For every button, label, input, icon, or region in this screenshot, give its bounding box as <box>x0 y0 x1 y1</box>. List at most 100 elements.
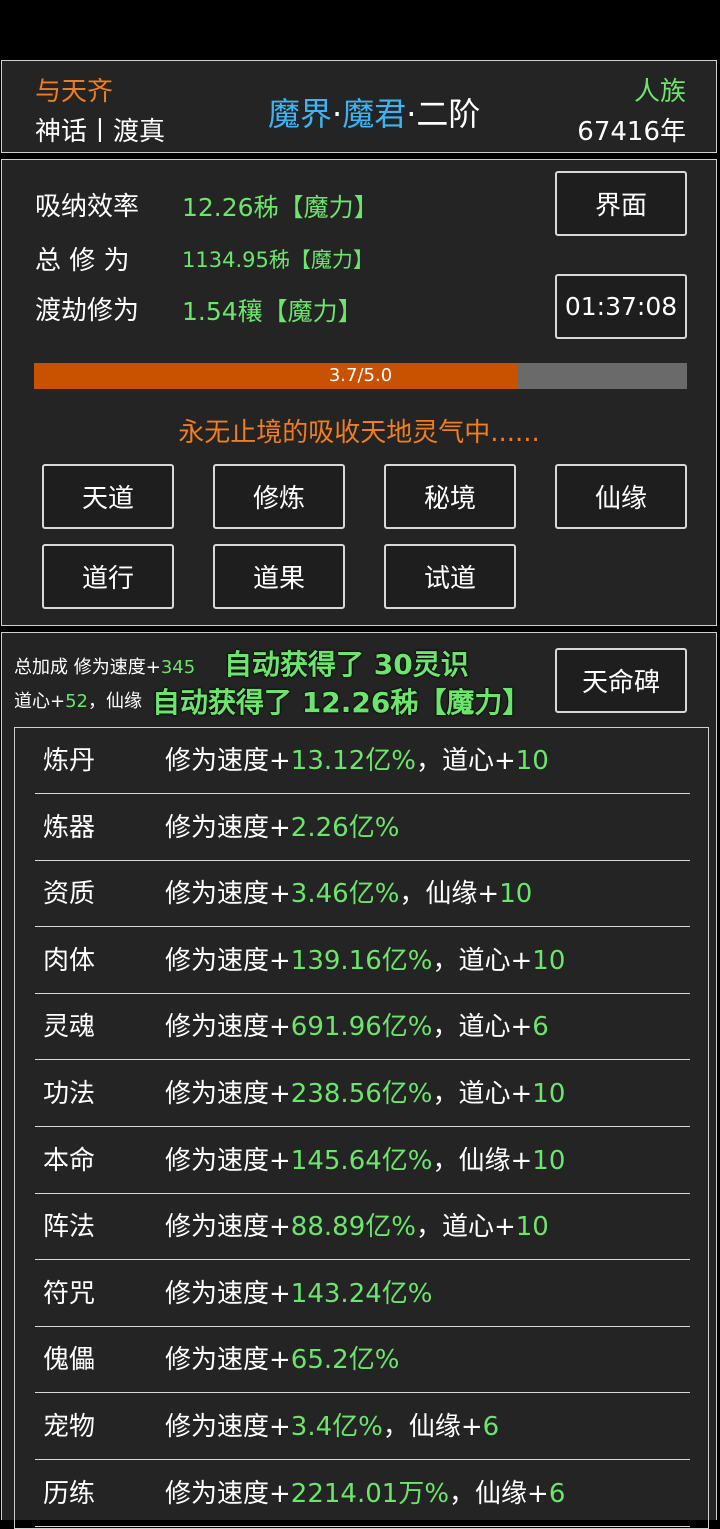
age-label: 67416年 <box>577 117 686 147</box>
toast-notification: 自动获得了 12.26秭【魔力】 <box>152 686 531 719</box>
speed-label: 修为速度+ <box>165 879 291 910</box>
bonus-description: 修为速度+691.96亿%，道心+6 <box>165 994 549 1060</box>
xianyuan-label: ，仙缘 <box>88 691 142 712</box>
progress-bar: 3.7/5.0 <box>34 363 687 389</box>
title-separator: · <box>332 95 343 133</box>
speed-value: 88.89亿% <box>290 1212 416 1243</box>
bonus-category: 肉体 <box>43 945 96 976</box>
speed-value: 3.46亿% <box>290 879 400 910</box>
bonus-description: 修为速度+2.26亿% <box>165 795 399 861</box>
extra-value: 10 <box>515 1212 549 1243</box>
daoxing-button[interactable]: 道行 <box>42 544 174 609</box>
list-item: 资质 修为速度+3.46亿%，仙缘+10 <box>35 861 690 928</box>
title-line: 魔界·魔君·二阶 <box>268 89 480 135</box>
extra-value: 10 <box>532 1079 566 1109</box>
speed-value: 2.26亿% <box>290 812 400 843</box>
immortal-fate-button[interactable]: 仙缘 <box>555 464 687 529</box>
list-item: 阵法 修为速度+88.89亿%，道心+10 <box>35 1194 690 1261</box>
extra-label: ，仙缘+ <box>432 1145 533 1176</box>
bonus-category: 傀儡 <box>43 1345 96 1376</box>
list-item: 灵魂 修为速度+691.96亿%，道心+6 <box>35 994 690 1061</box>
list-item: 宠物 修为速度+3.4亿%，仙缘+6 <box>35 1394 690 1460</box>
extra-label: ，仙缘+ <box>382 1412 483 1442</box>
interface-button[interactable]: 界面 <box>555 171 687 236</box>
list-item: 本命 修为速度+145.64亿%，仙缘+10 <box>35 1128 690 1194</box>
extra-label: ，道心+ <box>432 1012 533 1043</box>
daoxin-value: 52 <box>65 691 88 712</box>
extra-value: 10 <box>532 1145 566 1176</box>
speed-label: 修为速度+ <box>165 1478 291 1509</box>
bonus-description: 修为速度+3.4亿%，仙缘+6 <box>165 1394 499 1460</box>
speed-value: 691.96亿% <box>290 1012 433 1043</box>
trial-button[interactable]: 试道 <box>384 544 516 609</box>
speed-label: 修为速度+ <box>165 746 291 776</box>
bonus-category: 本命 <box>43 1145 96 1176</box>
bonus-summary-line1: 总加成 修为速度+345 <box>14 653 195 679</box>
daoguo-button[interactable]: 道果 <box>213 544 345 609</box>
speed-value: 238.56亿% <box>290 1079 433 1109</box>
title-stage: 二阶 <box>416 95 481 133</box>
extra-value: 10 <box>499 879 533 910</box>
bonus-summary-line2: 道心+52，仙缘 <box>14 687 142 713</box>
speed-value: 3.4亿% <box>290 1412 383 1442</box>
speed-value: 2214.01万% <box>290 1478 450 1509</box>
speed-label: 修为速度+ <box>165 1212 291 1243</box>
toast-notification: 自动获得了 30灵识 <box>224 648 469 681</box>
rank-label: 神话丨渡真 <box>35 117 166 147</box>
extra-value: 6 <box>482 1412 500 1442</box>
absorb-label: 吸纳效率 <box>35 192 140 222</box>
cultivate-button[interactable]: 修炼 <box>213 464 345 529</box>
bonus-summary-label: 总加成 修为速度+ <box>14 657 161 678</box>
title-separator: · <box>406 95 417 133</box>
speed-label: 修为速度+ <box>165 945 291 976</box>
list-item: 炼器 修为速度+2.26亿% <box>35 795 690 861</box>
bonus-description: 修为速度+13.12亿%，道心+10 <box>165 728 549 794</box>
character-header: 与天齐 神话丨渡真 魔界·魔君·二阶 人族 67416年 <box>1 60 717 153</box>
bonus-category: 灵魂 <box>43 1012 96 1043</box>
speed-label: 修为速度+ <box>165 1412 291 1442</box>
bonus-description: 修为速度+143.24亿% <box>165 1261 432 1327</box>
tribulation-label: 渡劫修为 <box>35 296 140 326</box>
tiandao-button[interactable]: 天道 <box>42 464 174 529</box>
total-label: 总 修 为 <box>35 246 130 276</box>
bonus-category: 炼丹 <box>43 746 96 776</box>
cultivation-status-panel: 吸纳效率 12.26秭【魔力】 总 修 为 1134.95秭【魔力】 渡劫修为 … <box>1 159 717 626</box>
speed-label: 修为速度+ <box>165 1145 291 1176</box>
speed-value: 145.64亿% <box>290 1145 433 1176</box>
speed-label: 修为速度+ <box>165 812 291 843</box>
speed-label: 修为速度+ <box>165 1345 291 1376</box>
speed-label: 修为速度+ <box>165 1079 291 1109</box>
bonus-summary-value: 345 <box>160 657 196 678</box>
extra-label: ，仙缘+ <box>449 1478 549 1509</box>
title-world: 魔界 <box>268 95 333 133</box>
bonus-description: 修为速度+139.16亿%，道心+10 <box>165 928 565 994</box>
speed-label: 修为速度+ <box>165 1278 291 1309</box>
bonus-description: 修为速度+3.46亿%，仙缘+10 <box>165 861 532 927</box>
extra-value: 6 <box>548 1478 566 1509</box>
progress-text: 3.7/5.0 <box>328 365 393 386</box>
speed-value: 65.2亿% <box>290 1345 400 1376</box>
bonus-description: 修为速度+65.2亿% <box>165 1327 399 1393</box>
race-label: 人族 <box>633 77 686 107</box>
speed-value: 13.12亿% <box>290 746 416 776</box>
list-item: 傀儡 修为速度+65.2亿% <box>35 1327 690 1394</box>
bonus-description: 修为速度+88.89亿%，道心+10 <box>165 1194 549 1260</box>
speed-value: 143.24亿% <box>290 1278 433 1309</box>
bonus-panel: 总加成 修为速度+345 道心+52，仙缘 自动获得了 30灵识 自动获得了 1… <box>1 632 717 1529</box>
list-item: 炼丹 修为速度+13.12亿%，道心+10 <box>35 728 690 794</box>
timer-display: 01:37:08 <box>555 274 687 339</box>
bonus-category: 资质 <box>43 879 96 910</box>
list-item: 符咒 修为速度+143.24亿% <box>35 1261 690 1327</box>
total-value: 1134.95秭【魔力】 <box>182 248 374 272</box>
bonus-description: 修为速度+145.64亿%，仙缘+10 <box>165 1128 565 1194</box>
extra-value: 6 <box>532 1012 549 1043</box>
status-message: 永无止境的吸收天地灵气中...... <box>178 418 540 448</box>
secret-realm-button[interactable]: 秘境 <box>384 464 516 529</box>
bonus-category: 历练 <box>43 1478 96 1509</box>
list-item: 历练 修为速度+2214.01万%，仙缘+6 <box>35 1461 690 1527</box>
daoxin-label: 道心+ <box>14 691 66 712</box>
tianming-stele-button[interactable]: 天命碑 <box>555 648 687 713</box>
bonus-list[interactable]: 炼丹 修为速度+13.12亿%，道心+10 炼器 修为速度+2.26亿% 资质 修为速度+… <box>14 727 709 1529</box>
speed-value: 139.16亿% <box>290 945 433 976</box>
bonus-category: 阵法 <box>43 1212 96 1243</box>
